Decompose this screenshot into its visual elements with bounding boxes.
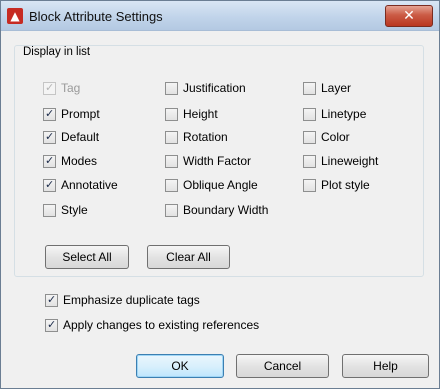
checkbox-plot-style-box[interactable] xyxy=(303,178,316,192)
checkbox-annotative-box[interactable] xyxy=(43,178,56,192)
title-bar[interactable]: ▲ Block Attribute Settings ✕ xyxy=(1,1,439,31)
checkbox-modes-box[interactable] xyxy=(43,154,56,168)
checkbox-emphasize-box[interactable] xyxy=(45,293,58,307)
checkbox-apply-box[interactable] xyxy=(45,318,58,332)
close-button[interactable]: ✕ xyxy=(385,5,433,27)
checkbox-layer-label: Layer xyxy=(321,81,352,95)
checkbox-annotative-label: Annotative xyxy=(61,178,118,192)
checkbox-oblique-angle-box[interactable] xyxy=(165,178,178,192)
group-legend: Display in list xyxy=(20,46,94,58)
checkbox-tag-label: Tag xyxy=(61,81,81,95)
checkbox-rotation[interactable]: Rotation xyxy=(165,129,228,145)
checkbox-apply-changes[interactable]: Apply changes to existing references xyxy=(45,317,259,333)
checkbox-layer[interactable]: Layer xyxy=(303,80,351,96)
checkbox-modes-label: Modes xyxy=(61,154,98,168)
checkbox-lineweight-label: Lineweight xyxy=(321,154,379,168)
checkbox-color-label: Color xyxy=(321,130,350,144)
checkbox-justification[interactable]: Justification xyxy=(165,80,246,96)
checkbox-annotative[interactable]: Annotative xyxy=(43,177,118,193)
checkbox-boundary-width-label: Boundary Width xyxy=(183,203,269,217)
checkbox-modes[interactable]: Modes xyxy=(43,153,97,169)
checkbox-justification-box[interactable] xyxy=(165,81,178,95)
checkbox-color[interactable]: Color xyxy=(303,129,350,145)
checkbox-emphasize-duplicate-tags[interactable]: Emphasize duplicate tags xyxy=(45,292,200,308)
checkbox-height-box[interactable] xyxy=(165,107,178,121)
checkbox-linetype-box[interactable] xyxy=(303,107,316,121)
checkbox-prompt-label: Prompt xyxy=(61,107,100,121)
checkbox-style[interactable]: Style xyxy=(43,202,88,218)
checkbox-boundary-width-box[interactable] xyxy=(165,203,178,217)
checkbox-oblique-angle-label: Oblique Angle xyxy=(183,178,258,192)
checkbox-plot-style[interactable]: Plot style xyxy=(303,177,370,193)
ok-button[interactable]: OK xyxy=(136,354,224,378)
checkbox-color-box[interactable] xyxy=(303,130,316,144)
checkbox-width-factor-box[interactable] xyxy=(165,154,178,168)
checkbox-width-factor-label: Width Factor xyxy=(183,154,252,168)
checkbox-apply-label: Apply changes to existing references xyxy=(63,318,260,332)
checkbox-style-label: Style xyxy=(61,203,88,217)
autocad-logo-icon: ▲ xyxy=(7,8,23,24)
checkbox-height-label: Height xyxy=(183,107,218,121)
checkbox-justification-label: Justification xyxy=(183,81,246,95)
checkbox-width-factor[interactable]: Width Factor xyxy=(165,153,251,169)
checkbox-boundary-width[interactable]: Boundary Width xyxy=(165,202,268,218)
window-title: Block Attribute Settings xyxy=(29,9,163,24)
checkbox-rotation-label: Rotation xyxy=(183,130,228,144)
checkbox-height[interactable]: Height xyxy=(165,106,218,122)
checkbox-default-label: Default xyxy=(61,130,100,144)
checkbox-style-box[interactable] xyxy=(43,203,56,217)
checkbox-tag-box[interactable] xyxy=(43,81,56,95)
checkbox-lineweight-box[interactable] xyxy=(303,154,316,168)
checkbox-rotation-box[interactable] xyxy=(165,130,178,144)
checkbox-lineweight[interactable]: Lineweight xyxy=(303,153,378,169)
checkbox-prompt-box[interactable] xyxy=(43,107,56,121)
checkbox-layer-box[interactable] xyxy=(303,81,316,95)
checkbox-emphasize-label: Emphasize duplicate tags xyxy=(63,293,200,307)
checkbox-prompt[interactable]: Prompt xyxy=(43,106,100,122)
checkbox-oblique-angle[interactable]: Oblique Angle xyxy=(165,177,258,193)
checkbox-linetype-label: Linetype xyxy=(321,107,367,121)
checkbox-tag[interactable]: Tag xyxy=(43,80,80,96)
checkbox-default[interactable]: Default xyxy=(43,129,99,145)
select-all-button[interactable]: Select All xyxy=(45,245,129,269)
checkbox-plot-style-label: Plot style xyxy=(321,178,370,192)
cancel-button[interactable]: Cancel xyxy=(236,354,329,378)
checkbox-linetype[interactable]: Linetype xyxy=(303,106,366,122)
checkbox-default-box[interactable] xyxy=(43,130,56,144)
clear-all-button[interactable]: Clear All xyxy=(147,245,230,269)
help-button[interactable]: Help xyxy=(342,354,429,378)
